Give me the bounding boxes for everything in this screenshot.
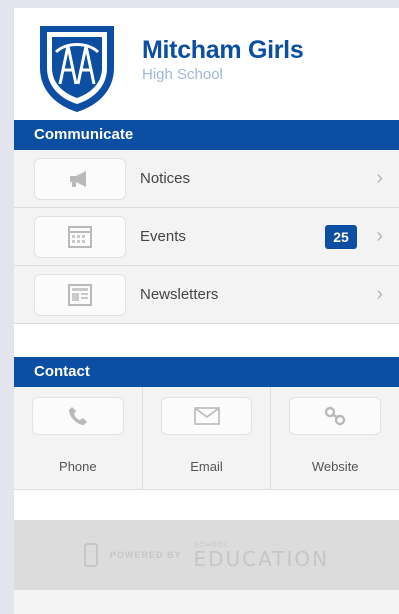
envelope-icon (193, 407, 220, 425)
newsletters-icon-box (34, 274, 126, 316)
website-button[interactable]: Website (271, 387, 399, 489)
chevron-right-icon: › (376, 225, 383, 247)
link-icon (324, 406, 346, 426)
newsletter-icon (68, 284, 92, 306)
contact-section-header: Contact (14, 357, 399, 387)
footer-spacer (14, 490, 399, 520)
school-subtitle: High School (142, 66, 223, 83)
chevron-right-icon: › (376, 283, 383, 305)
phone-button[interactable]: Phone (14, 387, 143, 489)
powered-by-text: POWERED BY (109, 550, 182, 560)
events-label: Events (140, 228, 186, 245)
events-icon-box (34, 216, 126, 258)
device-icon (83, 543, 98, 567)
school-header: Mitcham Girls High School (14, 8, 399, 120)
phone-label: Phone (59, 459, 97, 474)
newsletters-row[interactable]: Newsletters › (14, 266, 399, 324)
phone-icon (68, 407, 87, 425)
brand-logo: SCHOOL EDUCATION (193, 542, 329, 569)
communicate-section-header: Communicate (14, 120, 399, 150)
brand-text: EDUCATION (193, 546, 330, 571)
notices-label: Notices (140, 170, 191, 187)
website-label: Website (311, 459, 359, 474)
powered-by-footer: POWERED BY SCHOOL EDUCATION (14, 520, 399, 590)
notices-icon-box (34, 158, 126, 200)
email-button[interactable]: Email (143, 387, 272, 489)
phone-icon-box (32, 397, 124, 435)
school-crest-logo (40, 26, 114, 112)
calendar-icon (68, 226, 92, 248)
email-label: Email (190, 459, 223, 474)
contact-grid: Phone Email Website (14, 387, 399, 490)
email-icon-box (160, 397, 253, 435)
website-icon-box (289, 397, 382, 435)
notices-row[interactable]: Notices › (14, 150, 399, 208)
events-count-badge: 25 (325, 225, 357, 249)
events-row[interactable]: Events 25 › (14, 208, 399, 266)
section-spacer (14, 324, 399, 357)
chevron-right-icon: › (376, 167, 383, 189)
megaphone-icon (70, 171, 86, 187)
app-screen: Mitcham Girls High School Communicate No… (14, 8, 399, 614)
newsletters-label: Newsletters (140, 286, 219, 303)
school-name: Mitcham Girls (142, 36, 304, 64)
